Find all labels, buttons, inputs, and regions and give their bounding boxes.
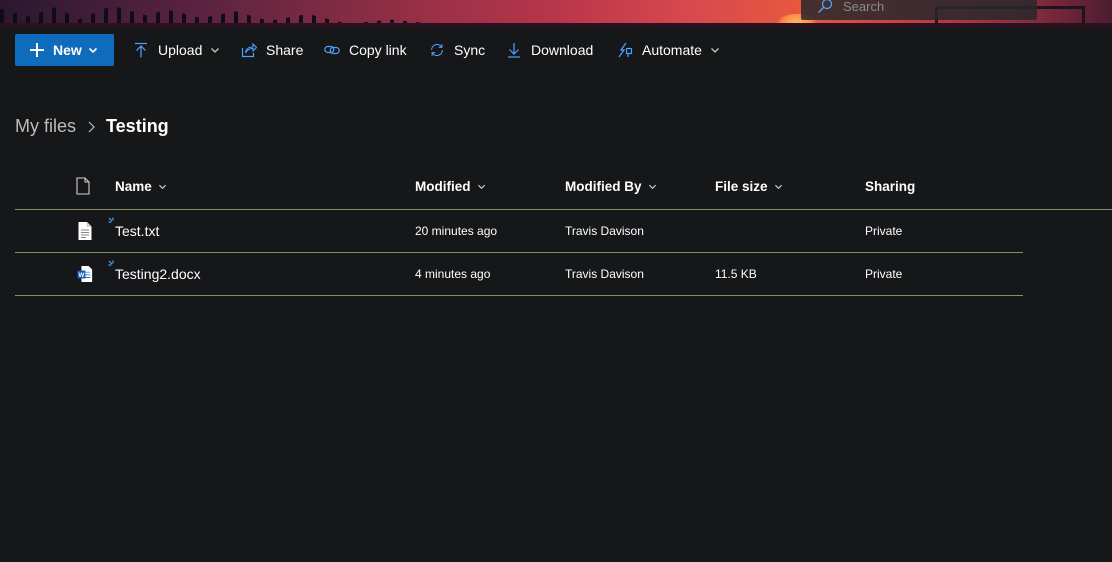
file-sharing: Private	[865, 267, 903, 281]
copy-link-label: Copy link	[349, 42, 407, 58]
file-list: Name Modified Modified By File size Shar…	[15, 166, 1112, 296]
column-header-modified-label: Modified	[415, 179, 471, 194]
text-file-icon	[77, 221, 93, 244]
chevron-down-icon	[158, 184, 166, 190]
link-icon	[324, 45, 340, 55]
chevron-down-icon	[88, 47, 97, 54]
sync-icon	[431, 43, 443, 57]
column-header-name[interactable]: Name	[115, 179, 167, 194]
column-header-file-type[interactable]	[75, 177, 91, 195]
column-header-sharing[interactable]: Sharing	[865, 179, 915, 194]
column-header-name-label: Name	[115, 179, 152, 194]
search-box[interactable]	[801, 0, 1037, 20]
download-icon	[508, 43, 520, 58]
chevron-down-icon	[211, 48, 220, 53]
chevron-down-icon	[710, 48, 719, 53]
chevron-down-icon	[477, 184, 485, 190]
breadcrumb-my-files[interactable]: My files	[15, 116, 76, 137]
copy-link-button[interactable]: Copy link	[324, 34, 407, 66]
search-input[interactable]	[843, 0, 1013, 14]
command-bar: New Upload Share Copy link Sync Download…	[0, 30, 1112, 70]
upload-button[interactable]: Upload	[133, 34, 220, 66]
new-button-label: New	[53, 42, 82, 58]
breadcrumb-current-folder: Testing	[106, 116, 169, 136]
file-modified: 4 minutes ago	[415, 267, 491, 281]
file-list-header: Name Modified Modified By File size Shar…	[15, 166, 1112, 210]
automate-label: Automate	[642, 42, 702, 58]
chevron-down-icon	[648, 184, 656, 190]
chevron-down-icon	[774, 184, 782, 190]
breadcrumb: My files Testing	[15, 116, 169, 137]
file-size: 11.5 KB	[715, 267, 757, 281]
file-type-icon	[76, 177, 90, 195]
plus-icon	[30, 43, 44, 57]
automate-button[interactable]: Automate	[617, 34, 720, 66]
column-header-modified-by[interactable]: Modified By	[565, 179, 657, 194]
column-header-file-size-label: File size	[715, 179, 768, 194]
column-header-modified-by-label: Modified By	[565, 179, 642, 194]
download-button[interactable]: Download	[506, 34, 593, 66]
file-modified-by: Travis Davison	[565, 267, 644, 281]
download-label: Download	[531, 42, 594, 58]
share-icon	[241, 42, 257, 58]
sync-button[interactable]: Sync	[429, 34, 485, 66]
sync-label: Sync	[454, 42, 486, 58]
svg-text:W: W	[79, 272, 85, 279]
column-header-sharing-label: Sharing	[865, 179, 916, 194]
table-row[interactable]: W Testing2.docx 4 minutes ago Travis Dav…	[15, 253, 1023, 296]
file-sharing: Private	[865, 224, 903, 238]
column-header-modified[interactable]: Modified	[415, 179, 486, 194]
share-button[interactable]: Share	[241, 34, 303, 66]
word-file-icon: W	[77, 264, 93, 287]
header-banner-image	[0, 0, 1112, 28]
chevron-right-icon	[88, 121, 95, 132]
table-row[interactable]: Test.txt 20 minutes ago Travis Davison P…	[15, 210, 1023, 253]
share-label: Share	[266, 42, 304, 58]
upload-icon	[135, 42, 147, 58]
file-modified-by: Travis Davison	[565, 224, 644, 238]
file-modified: 20 minutes ago	[415, 224, 498, 238]
new-button[interactable]: New	[15, 34, 114, 66]
upload-label: Upload	[158, 42, 203, 58]
file-name-link[interactable]: Test.txt	[115, 223, 159, 239]
file-name-link[interactable]: Testing2.docx	[115, 266, 201, 282]
banner-ground	[0, 23, 1112, 28]
column-header-file-size[interactable]: File size	[715, 179, 783, 194]
automate-icon	[618, 42, 633, 58]
search-icon	[818, 0, 833, 13]
